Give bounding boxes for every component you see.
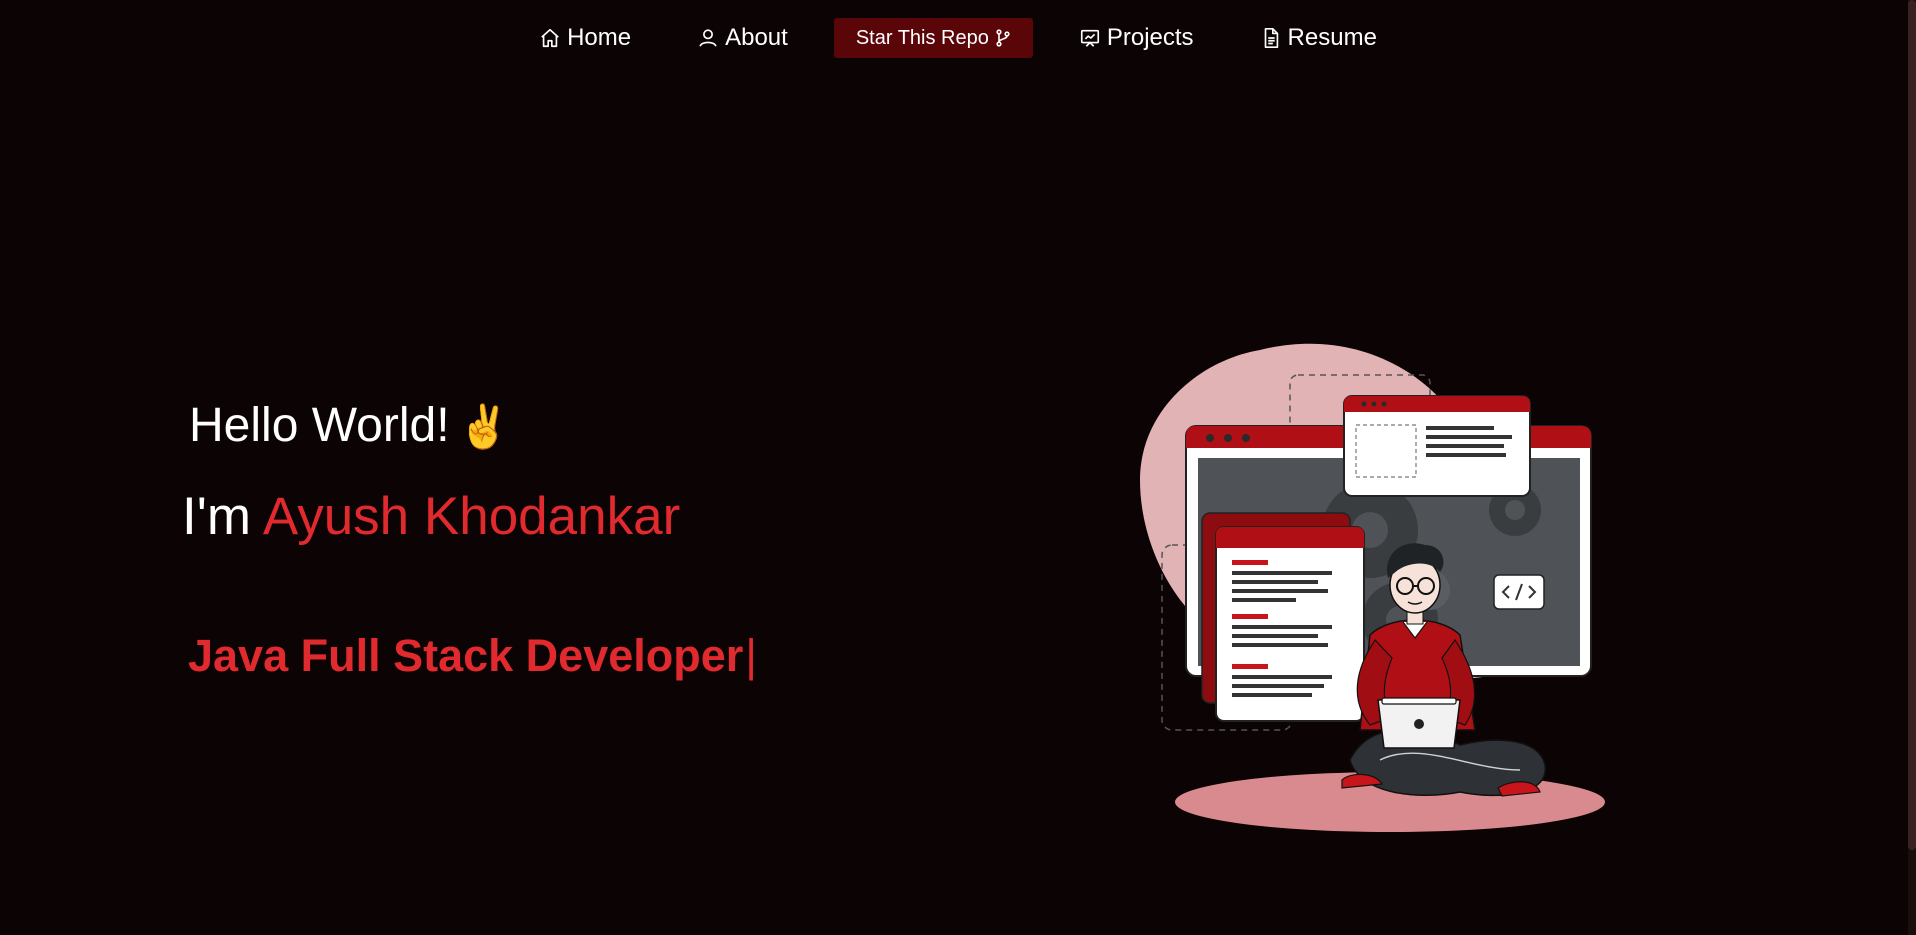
nav-item-about[interactable]: About — [664, 24, 821, 52]
nav-item-projects[interactable]: Projects — [1046, 24, 1227, 52]
hero-role-typewriter: Java Full Stack Developer| — [188, 630, 757, 682]
nav-item-resume[interactable]: Resume — [1227, 24, 1410, 52]
document-icon — [1264, 28, 1278, 48]
page: Home About Star This Repo Projects Resum… — [0, 0, 1916, 935]
hero-greeting: Hello World! ✌️ — [189, 398, 510, 453]
home-icon — [541, 28, 559, 48]
hero-name: I'm Ayush Khodankar — [182, 486, 680, 547]
victory-hand-icon: ✌️ — [457, 403, 510, 450]
document-front — [1215, 526, 1365, 722]
nav-projects-label: Projects — [1106, 24, 1194, 51]
developer-illustration — [1140, 343, 1605, 832]
page-scrollbar[interactable] — [1908, 0, 1916, 935]
nav-home-label: Home — [567, 24, 632, 51]
nav-about-label: About — [725, 24, 788, 51]
nav-list: Home About Star This Repo Projects Resum… — [506, 18, 1410, 58]
star-repo-button[interactable]: Star This Repo — [833, 18, 1033, 58]
presentation-icon — [1080, 29, 1099, 47]
nav-resume-label: Resume — [1287, 24, 1377, 51]
role-text: Java Full Stack Developer — [188, 630, 744, 681]
git-fork-icon — [996, 29, 1010, 47]
star-repo-label: Star This Repo — [855, 26, 989, 49]
intro-text: I'm — [182, 487, 251, 546]
typing-cursor: | — [745, 630, 757, 681]
scrollbar-thumb[interactable] — [1908, 0, 1916, 850]
name-text: Ayush Khodankar — [262, 487, 681, 546]
nav-item-home[interactable]: Home — [506, 24, 664, 52]
navbar: Home About Star This Repo Projects Resum… — [0, 0, 1916, 76]
greeting-text: Hello World! — [189, 399, 450, 452]
user-icon — [699, 29, 717, 47]
